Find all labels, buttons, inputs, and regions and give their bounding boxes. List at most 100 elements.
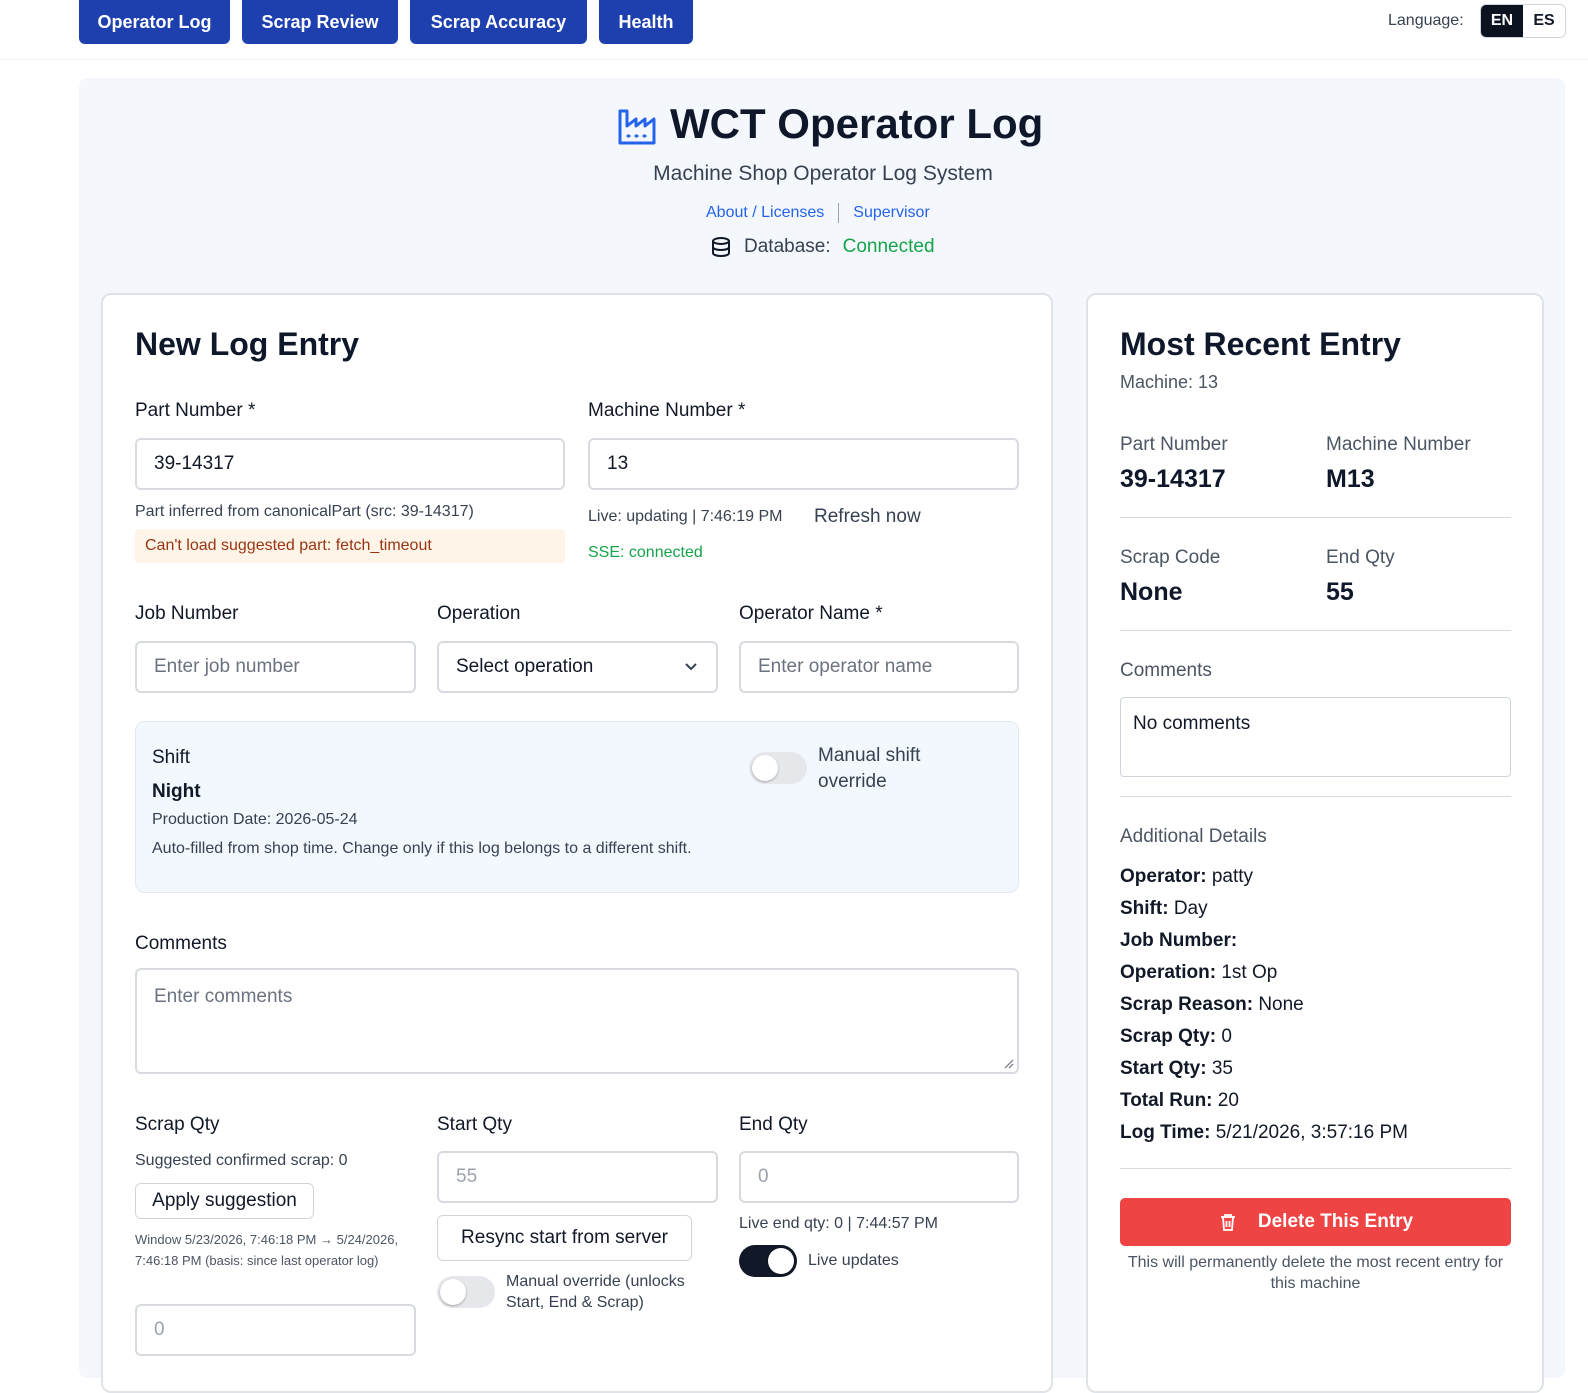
detail-scrap-reason: Scrap Reason: None bbox=[1120, 994, 1304, 1016]
toggle-knob bbox=[768, 1248, 794, 1274]
operation-label: Operation bbox=[437, 603, 521, 624]
operation-select[interactable]: Select operation bbox=[437, 641, 718, 693]
manual-override-toggle[interactable] bbox=[437, 1276, 495, 1308]
scrap-qty-label: Scrap Qty bbox=[135, 1114, 220, 1135]
tab-scrap-accuracy[interactable]: Scrap Accuracy bbox=[410, 0, 587, 44]
detail-key: Operation: bbox=[1120, 962, 1217, 983]
about-link[interactable]: About / Licenses bbox=[706, 204, 824, 222]
scrap-qty-input[interactable]: 0 bbox=[135, 1304, 416, 1356]
detail-job-number: Job Number: bbox=[1120, 930, 1237, 952]
live-status: Live: updating | 7:46:19 PM bbox=[588, 508, 783, 525]
job-number-label: Job Number bbox=[135, 603, 239, 624]
shift-label: Shift bbox=[152, 747, 191, 768]
recent-part-value: 39-14317 bbox=[1120, 465, 1226, 493]
live-updates-toggle[interactable] bbox=[739, 1245, 797, 1277]
scrap-window-note: Window 5/23/2026, 7:46:18 PM → 5/24/2026… bbox=[135, 1232, 399, 1268]
lang-es-button[interactable]: ES bbox=[1523, 5, 1565, 37]
operator-name-label: Operator Name * bbox=[739, 603, 883, 624]
detail-key: Scrap Reason: bbox=[1120, 994, 1254, 1015]
part-warning: Can't load suggested part: fetch_timeout bbox=[135, 529, 565, 563]
apply-suggestion-button[interactable]: Apply suggestion bbox=[135, 1183, 314, 1219]
manual-shift-override-label: Manual shift override bbox=[818, 745, 921, 792]
detail-shift: Shift: Day bbox=[1120, 898, 1208, 920]
recent-comments-box: No comments bbox=[1120, 697, 1511, 777]
shift-value: Night bbox=[152, 781, 201, 802]
tab-health[interactable]: Health bbox=[599, 0, 693, 44]
recent-part-label: Part Number bbox=[1120, 434, 1228, 455]
end-qty-input[interactable]: 0 bbox=[739, 1151, 1019, 1203]
recent-end-qty-label: End Qty bbox=[1326, 547, 1395, 568]
operator-name-input[interactable]: Enter operator name bbox=[739, 641, 1019, 693]
recent-comments-label: Comments bbox=[1120, 660, 1212, 681]
delete-note: This will permanently delete the most re… bbox=[1127, 1254, 1504, 1292]
detail-value: 5/21/2026, 3:57:16 PM bbox=[1215, 1122, 1408, 1143]
recent-machine-label: Machine Number bbox=[1326, 434, 1471, 455]
detail-value: 0 bbox=[1221, 1026, 1232, 1047]
part-number-input[interactable]: 39-14317 bbox=[135, 438, 565, 490]
detail-key: Scrap Qty: bbox=[1120, 1026, 1217, 1047]
detail-total-run: Total Run: 20 bbox=[1120, 1090, 1239, 1112]
detail-value: 20 bbox=[1217, 1090, 1239, 1111]
detail-scrap-qty: Scrap Qty: 0 bbox=[1120, 1026, 1232, 1048]
database-label: Database: bbox=[744, 236, 831, 257]
start-qty-input[interactable]: 55 bbox=[437, 1151, 718, 1203]
shift-note: Auto-filled from shop time. Change only … bbox=[152, 840, 692, 857]
database-status: Database: Connected bbox=[710, 236, 935, 258]
divider bbox=[1120, 796, 1511, 797]
chevron-down-icon bbox=[685, 663, 697, 671]
manual-shift-override-toggle[interactable] bbox=[749, 752, 807, 784]
production-date-label: Production Date: bbox=[152, 811, 272, 828]
page-title: WCT Operator Log bbox=[670, 100, 1044, 147]
part-number-label: Part Number * bbox=[135, 400, 256, 421]
tab-scrap-review[interactable]: Scrap Review bbox=[242, 0, 398, 44]
detail-value: None bbox=[1258, 994, 1304, 1015]
detail-value: patty bbox=[1211, 866, 1254, 887]
additional-details-heading: Additional Details bbox=[1120, 826, 1267, 847]
detail-key: Job Number: bbox=[1120, 930, 1238, 951]
end-qty-label: End Qty bbox=[739, 1114, 808, 1135]
detail-start-qty: Start Qty: 35 bbox=[1120, 1058, 1233, 1080]
production-date: Production Date: 2026-05-24 bbox=[152, 811, 357, 829]
suggested-scrap: Suggested confirmed scrap: 0 bbox=[135, 1152, 348, 1169]
job-number-input[interactable]: Enter job number bbox=[135, 641, 416, 693]
detail-operation: Operation: 1st Op bbox=[1120, 962, 1277, 984]
link-divider bbox=[838, 203, 840, 223]
detail-operator: Operator: patty bbox=[1120, 866, 1253, 888]
manual-override-label: Manual override (unlocks Start, End & Sc… bbox=[506, 1273, 685, 1311]
recent-machine-value: M13 bbox=[1326, 465, 1375, 493]
detail-key: Start Qty: bbox=[1120, 1058, 1207, 1079]
resize-handle-icon[interactable] bbox=[1002, 1057, 1014, 1069]
new-log-entry-heading: New Log Entry bbox=[135, 326, 360, 362]
resync-start-button[interactable]: Resync start from server bbox=[437, 1215, 692, 1261]
language-toggle: EN ES bbox=[1480, 4, 1566, 38]
tab-operator-log[interactable]: Operator Log bbox=[79, 0, 230, 44]
recent-end-qty-value: 55 bbox=[1326, 578, 1354, 606]
page-subtitle: Machine Shop Operator Log System bbox=[653, 162, 993, 185]
divider bbox=[1120, 517, 1511, 518]
live-updates-label: Live updates bbox=[808, 1252, 899, 1269]
machine-number-input[interactable]: 13 bbox=[588, 438, 1019, 490]
toggle-knob bbox=[752, 755, 778, 781]
detail-key: Log Time: bbox=[1120, 1122, 1211, 1143]
recent-machine-sub: Machine: 13 bbox=[1120, 372, 1219, 392]
most-recent-entry-heading: Most Recent Entry bbox=[1120, 326, 1401, 362]
machine-number-label: Machine Number * bbox=[588, 400, 746, 421]
delete-entry-button[interactable]: Delete This Entry bbox=[1120, 1198, 1511, 1246]
toggle-knob bbox=[440, 1279, 466, 1305]
detail-key: Operator: bbox=[1120, 866, 1207, 887]
detail-key: Total Run: bbox=[1120, 1090, 1213, 1111]
lang-en-button[interactable]: EN bbox=[1481, 5, 1523, 37]
database-connected: Connected bbox=[842, 236, 935, 257]
comments-textarea[interactable]: Enter comments bbox=[135, 968, 1019, 1074]
refresh-now-button[interactable]: Refresh now bbox=[814, 506, 921, 528]
trash-icon bbox=[1220, 1214, 1235, 1231]
language-label: Language: bbox=[1388, 12, 1464, 29]
operation-select-value: Select operation bbox=[456, 656, 594, 677]
recent-scrap-code-label: Scrap Code bbox=[1120, 547, 1221, 568]
detail-value: Day bbox=[1173, 898, 1208, 919]
comments-label: Comments bbox=[135, 933, 227, 954]
sse-status: SSE: connected bbox=[588, 544, 703, 561]
supervisor-link[interactable]: Supervisor bbox=[853, 204, 929, 222]
header-links: About / Licenses Supervisor bbox=[706, 203, 930, 223]
part-inferred-note: Part inferred from canonicalPart (src: 3… bbox=[135, 503, 474, 520]
